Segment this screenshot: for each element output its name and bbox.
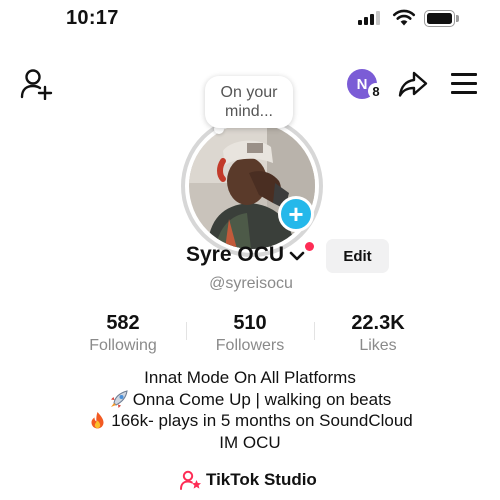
note-bubble[interactable]: On your mind... (205, 76, 293, 128)
followers-label: Followers (215, 337, 285, 354)
wifi-icon (392, 9, 416, 26)
chevron-down-icon (289, 251, 305, 261)
bio-line-3-text: 166k- plays in 5 months on SoundCloud (111, 411, 413, 430)
stat-followers[interactable]: 510 Followers (200, 311, 300, 356)
add-story-button[interactable]: + (278, 196, 314, 232)
following-count: 582 (106, 312, 140, 334)
profile-bio: Innat Mode On All Platforms Onna Come Up… (0, 367, 500, 453)
notification-count-badge: 8 (368, 83, 384, 99)
add-friend-button[interactable] (20, 68, 54, 100)
battery-icon (424, 10, 460, 27)
bio-line-3: 166k- plays in 5 months on SoundCloud (0, 410, 500, 432)
display-name: Syre OCU (186, 243, 285, 266)
following-label: Following (89, 337, 157, 354)
tiktok-studio-label: TikTok Studio (206, 470, 317, 489)
likes-count: 22.3K (351, 312, 405, 334)
stat-divider (314, 322, 315, 340)
edit-profile-button[interactable]: Edit (326, 239, 389, 273)
fire-icon (91, 412, 104, 429)
bio-line-2: Onna Come Up | walking on beats (0, 389, 500, 411)
bio-line-4: IM OCU (219, 432, 281, 452)
tiktok-studio-link[interactable]: TikTok Studio (180, 470, 317, 490)
account-switcher[interactable]: Syre OCU (186, 243, 305, 267)
cellular-signal-icon (358, 11, 382, 25)
note-bubble-line-1: On your (220, 84, 278, 101)
stat-following[interactable]: 582 Following (73, 311, 173, 356)
status-time: 10:17 (66, 7, 119, 29)
menu-icon[interactable] (451, 73, 477, 95)
followers-count: 510 (233, 312, 267, 334)
bio-line-1: Innat Mode On All Platforms (144, 368, 356, 387)
stat-likes[interactable]: 22.3K Likes (328, 311, 428, 356)
creator-star-icon (180, 470, 201, 490)
username: @syreisocu (209, 275, 293, 292)
stat-divider (186, 322, 187, 340)
note-bubble-line-2: mind... (224, 103, 273, 120)
share-icon[interactable] (398, 70, 428, 98)
bio-line-2-text: Onna Come Up | walking on beats (132, 389, 392, 409)
new-indicator-dot (305, 242, 314, 251)
rocket-icon (110, 389, 128, 408)
likes-label: Likes (359, 337, 397, 354)
